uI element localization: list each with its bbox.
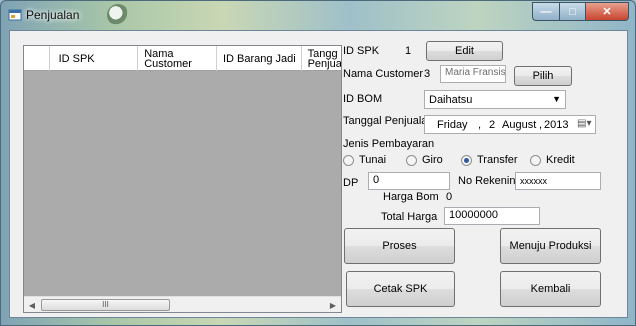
nama-customer-field[interactable]: Maria Fransisca bbox=[440, 65, 506, 83]
harga-bom-label: Harga Bom bbox=[383, 191, 439, 203]
jenis-pembayaran-label: Jenis Pembayaran bbox=[343, 138, 435, 150]
id-bom-label: ID BOM bbox=[343, 93, 383, 105]
radio-label: Transfer bbox=[477, 154, 518, 166]
tanggal-penjualan-label: Tanggal Penjualan bbox=[343, 115, 434, 127]
grid-header: ID SPK Nama Customer ID Barang Jadi Tang… bbox=[24, 46, 341, 71]
sales-data-grid[interactable]: ID SPK Nama Customer ID Barang Jadi Tang… bbox=[23, 45, 342, 313]
row-header-corner[interactable] bbox=[24, 46, 50, 71]
harga-bom-value: 0 bbox=[446, 191, 453, 203]
total-harga-field[interactable]: 10000000 bbox=[444, 207, 540, 225]
total-harga-label: Total Harga bbox=[381, 211, 438, 223]
calendar-dropdown-icon[interactable]: ▤▾ bbox=[577, 118, 591, 129]
dp-label: DP bbox=[343, 177, 359, 189]
column-header-label: Tangg Penjua bbox=[307, 47, 342, 70]
date-number: 2 bbox=[489, 119, 496, 131]
no-rekening-label: No Rekening bbox=[458, 175, 522, 187]
scroll-thumb[interactable]: III bbox=[41, 299, 170, 311]
column-header-id-barang-jadi[interactable]: ID Barang Jadi bbox=[217, 46, 302, 71]
horizontal-scrollbar[interactable]: ◀ III ▶ bbox=[24, 296, 341, 312]
no-rekening-field[interactable]: xxxxxx bbox=[515, 172, 601, 190]
proses-button[interactable]: Proses bbox=[344, 228, 455, 264]
column-header-label: Nama Customer bbox=[144, 47, 192, 70]
id-spk-label: ID SPK bbox=[343, 45, 380, 57]
radio-icon bbox=[530, 154, 541, 166]
radio-kredit[interactable]: Kredit bbox=[530, 154, 575, 166]
pilih-button[interactable]: Pilih bbox=[514, 66, 572, 86]
column-header-label: ID SPK bbox=[58, 52, 95, 65]
tanggal-date-picker[interactable]: Friday , 2 August , 2013 ▤▾ bbox=[424, 115, 596, 134]
scroll-right-icon[interactable]: ▶ bbox=[325, 297, 341, 312]
penjualan-window: Penjualan — □ ✕ ID SPK Nama Customer ID … bbox=[0, 0, 636, 326]
radio-label: Tunai bbox=[359, 154, 387, 166]
menuju-produksi-button[interactable]: Menuju Produksi bbox=[500, 228, 601, 264]
title-bar[interactable]: Penjualan — □ ✕ bbox=[1, 1, 635, 29]
nama-customer-id: 3 bbox=[424, 68, 431, 80]
radio-icon bbox=[343, 154, 354, 166]
window-title: Penjualan bbox=[26, 8, 80, 22]
cetak-spk-button[interactable]: Cetak SPK bbox=[346, 271, 455, 307]
date-month: August bbox=[502, 119, 537, 131]
radio-label: Giro bbox=[422, 154, 443, 166]
column-header-tanggal-penjualan[interactable]: Tangg Penjua bbox=[302, 46, 341, 71]
radio-label: Kredit bbox=[546, 154, 575, 166]
id-bom-selected: Daihatsu bbox=[429, 94, 473, 106]
column-header-nama-customer[interactable]: Nama Customer bbox=[138, 46, 217, 71]
radio-transfer[interactable]: Transfer bbox=[461, 154, 518, 166]
close-button[interactable]: ✕ bbox=[585, 2, 629, 21]
scroll-left-icon[interactable]: ◀ bbox=[24, 297, 40, 312]
radio-selected-icon bbox=[461, 154, 472, 166]
dropdown-arrow-icon: ▼ bbox=[552, 94, 561, 104]
id-spk-value: 1 bbox=[405, 45, 412, 57]
background-ornament bbox=[107, 4, 129, 26]
radio-giro[interactable]: Giro bbox=[406, 154, 443, 166]
edit-button[interactable]: Edit bbox=[426, 41, 503, 61]
form-client-area: ID SPK Nama Customer ID Barang Jadi Tang… bbox=[9, 30, 628, 318]
date-year: 2013 bbox=[544, 119, 569, 131]
maximize-button[interactable]: □ bbox=[559, 2, 585, 21]
kembali-button[interactable]: Kembali bbox=[500, 271, 601, 307]
id-bom-select[interactable]: Daihatsu ▼ bbox=[424, 90, 566, 109]
radio-tunai[interactable]: Tunai bbox=[343, 154, 386, 166]
nama-customer-label: Nama Customer bbox=[343, 68, 424, 80]
column-header-label: ID Barang Jadi bbox=[222, 52, 296, 65]
column-header-id-spk[interactable]: ID SPK bbox=[50, 46, 139, 71]
app-form-icon bbox=[8, 9, 22, 21]
dp-field[interactable]: 0 bbox=[368, 172, 450, 190]
radio-icon bbox=[406, 154, 417, 166]
minimize-button[interactable]: — bbox=[532, 2, 559, 21]
date-day: Friday bbox=[437, 119, 468, 131]
